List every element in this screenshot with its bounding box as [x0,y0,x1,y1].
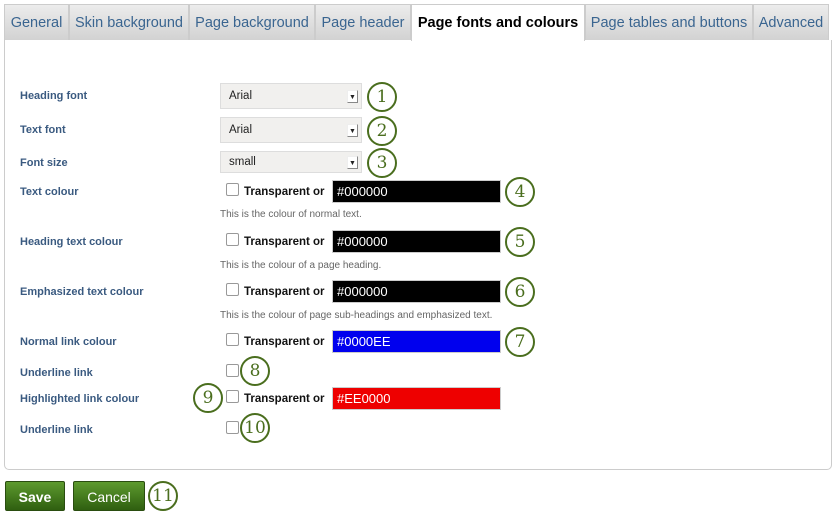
highlighted-link-colour-input[interactable]: #EE0000 [332,387,501,410]
text-font-select[interactable]: Arial ▼ [220,117,362,143]
tab-page-header[interactable]: Page header [315,4,411,40]
dropdown-arrow-icon: ▼ [347,156,358,169]
transparent-label: Transparent or [244,236,325,248]
text-colour-label: Text colour [20,186,79,198]
emphasized-text-colour-description: This is the colour of page sub-headings … [220,310,493,321]
selected-value: Arial [229,90,253,102]
transparent-label: Transparent or [244,393,325,405]
callout-6: 6 [505,277,535,307]
tab-general[interactable]: General [4,4,69,40]
text-font-label: Text font [20,124,66,136]
callout-2: 2 [367,116,397,146]
text-colour-description: This is the colour of normal text. [220,209,362,220]
heading-font-label: Heading font [20,90,88,102]
callout-11: 11 [148,481,178,511]
heading-text-colour-transparent-checkbox[interactable] [226,233,239,246]
selected-value: small [229,156,256,168]
transparent-label: Transparent or [244,336,325,348]
normal-link-colour-input[interactable]: #0000EE [332,330,501,353]
emphasized-text-colour-input[interactable]: #000000 [332,280,501,303]
font-size-label: Font size [20,157,68,169]
callout-10: 10 [240,413,270,443]
callout-9: 9 [193,383,223,413]
underline-link-label: Underline link [20,424,93,436]
callout-8: 8 [240,356,270,386]
underline-link-label: Underline link [20,367,93,379]
heading-text-colour-label: Heading text colour [20,236,123,248]
callout-3: 3 [367,148,397,178]
transparent-label: Transparent or [244,186,325,198]
dropdown-arrow-icon: ▼ [347,90,358,103]
highlighted-link-colour-label: Highlighted link colour [20,393,140,405]
selected-value: Arial [229,124,253,136]
text-colour-transparent-checkbox[interactable] [226,183,239,196]
callout-1: 1 [367,82,397,112]
dropdown-arrow-icon: ▼ [347,124,358,137]
heading-text-colour-input[interactable]: #000000 [332,230,501,253]
normal-link-colour-transparent-checkbox[interactable] [226,333,239,346]
tab-skin-background[interactable]: Skin background [69,4,189,40]
emphasized-text-colour-transparent-checkbox[interactable] [226,283,239,296]
cancel-button[interactable]: Cancel [73,481,145,511]
normal-link-colour-label: Normal link colour [20,336,117,348]
heading-font-select[interactable]: Arial ▼ [220,83,362,109]
callout-7: 7 [505,327,535,357]
tab-page-background[interactable]: Page background [189,4,315,40]
save-button[interactable]: Save [5,481,65,511]
tab-advanced[interactable]: Advanced [753,4,829,40]
text-colour-input[interactable]: #000000 [332,180,501,203]
callout-5: 5 [505,227,535,257]
font-size-select[interactable]: small ▼ [220,151,362,173]
callout-4: 4 [505,177,535,207]
underline-highlighted-link-checkbox[interactable] [226,421,239,434]
tab-page-fonts-and-colours[interactable]: Page fonts and colours [411,4,585,41]
heading-text-colour-description: This is the colour of a page heading. [220,260,382,271]
underline-link-checkbox[interactable] [226,364,239,377]
transparent-label: Transparent or [244,286,325,298]
tab-page-tables-and-buttons[interactable]: Page tables and buttons [585,4,753,40]
highlighted-link-colour-transparent-checkbox[interactable] [226,390,239,403]
emphasized-text-colour-label: Emphasized text colour [20,286,144,298]
